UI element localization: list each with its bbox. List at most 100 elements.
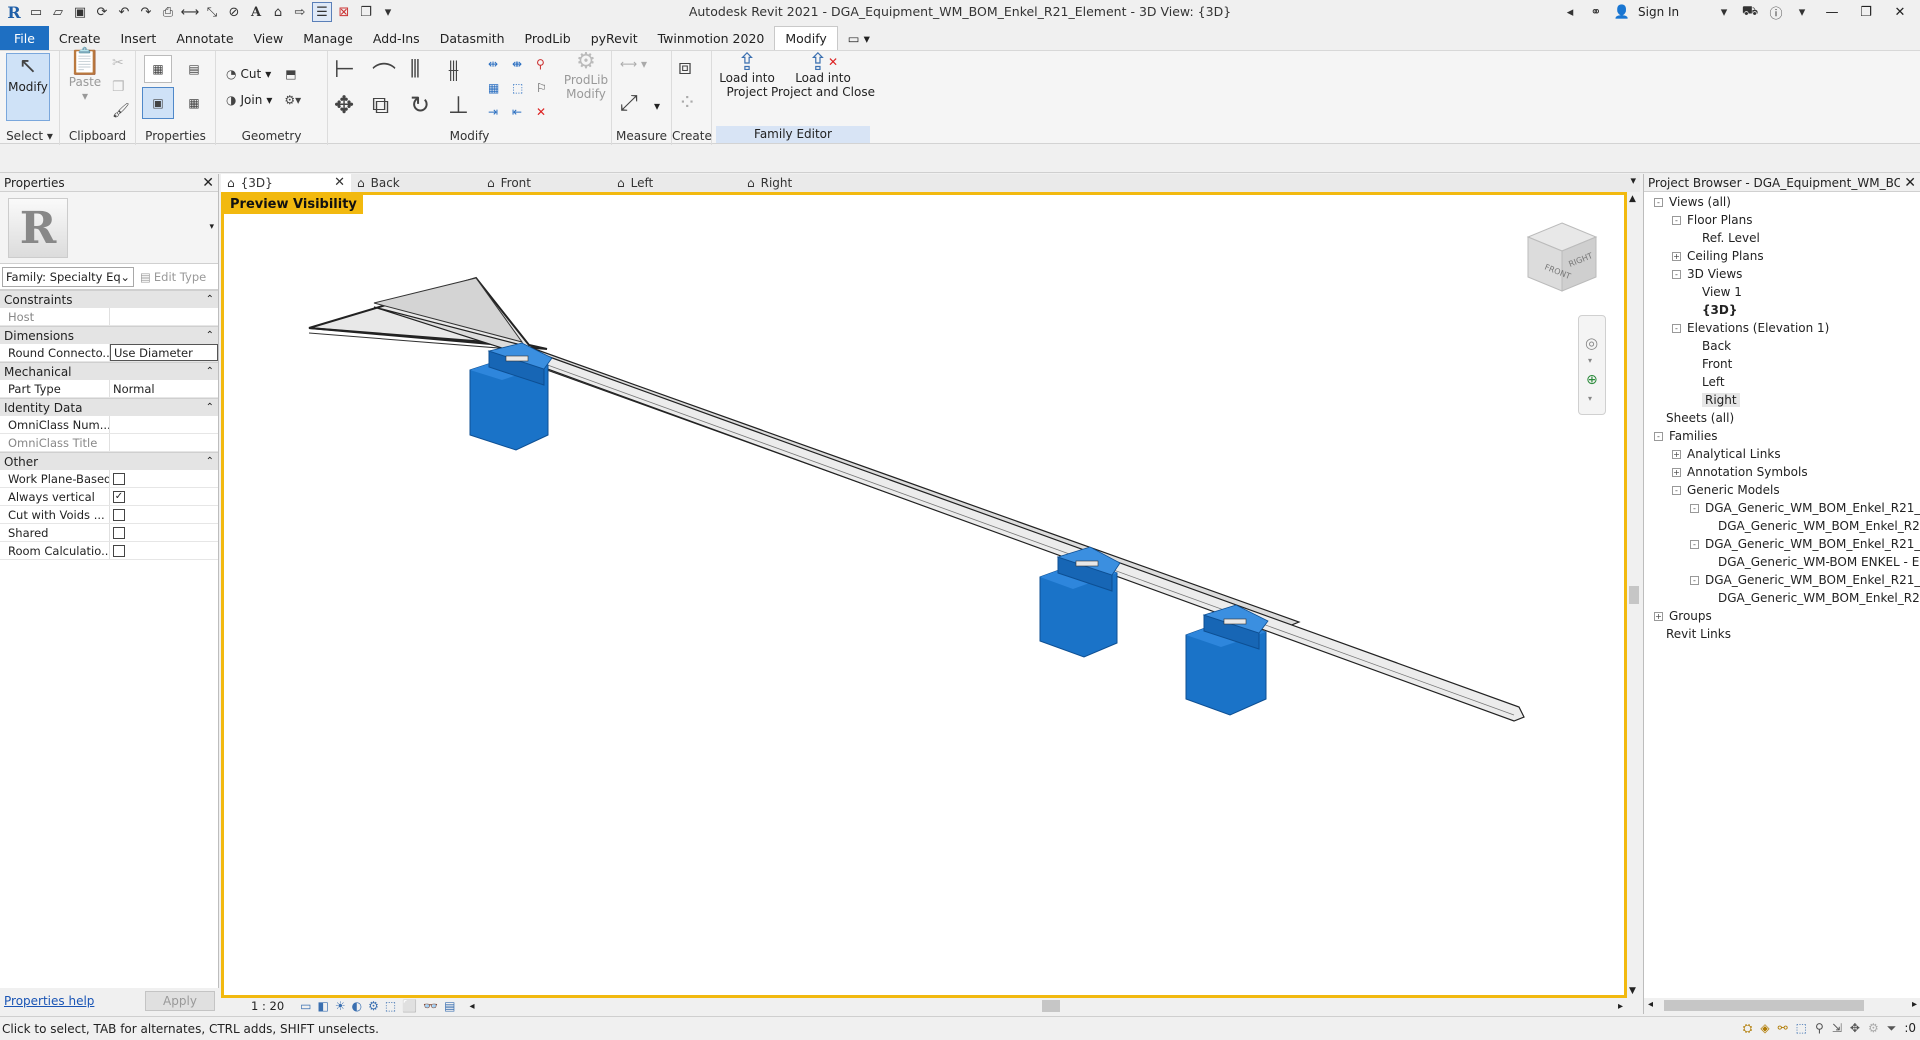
select-by-face-icon[interactable]: ⇲ — [1832, 1021, 1842, 1036]
show-crop-icon[interactable]: ⬜ — [402, 999, 417, 1013]
view-tab-front[interactable]: ⌂ Front — [481, 174, 611, 192]
tab-twinmotion[interactable]: Twinmotion 2020 — [648, 26, 775, 50]
split-gap-icon[interactable]: ⇼ — [512, 57, 522, 71]
select-pinned-icon[interactable]: ⚲ — [1815, 1021, 1824, 1036]
viewcube[interactable]: FRONT RIGHT — [1522, 219, 1602, 299]
property-checkbox[interactable] — [113, 544, 125, 557]
scroll-right-icon[interactable]: ▸ — [1618, 1001, 1623, 1012]
prodlib-modify-button[interactable]: ⚙ ProdLib Modify — [562, 51, 610, 102]
text-icon[interactable]: A — [246, 2, 266, 22]
property-group-header[interactable]: Identity Data ⌃ — [0, 398, 218, 416]
property-group-header[interactable]: Dimensions ⌃ — [0, 326, 218, 344]
minimize-button[interactable]: — — [1818, 1, 1846, 23]
copy-icon[interactable]: ❐ — [112, 79, 125, 95]
create-similar-icon[interactable]: ⁘ — [678, 91, 696, 116]
paste-button[interactable]: 📋 Paste ▾ — [68, 49, 102, 103]
create-group-icon[interactable]: ⧈ — [678, 55, 692, 80]
zoom-dropdown-icon[interactable]: ▾ — [1588, 394, 1592, 403]
tab-add-ins[interactable]: Add-Ins — [363, 26, 430, 50]
design-options-icon[interactable]: ◈ — [1760, 1021, 1769, 1036]
browser-node[interactable]: View 1 — [1702, 283, 1742, 301]
align-icon[interactable]: ⊢ — [334, 55, 355, 83]
browser-scrollbar[interactable]: ◂ ▸ — [1644, 998, 1920, 1014]
collapse-group-icon[interactable]: ⌃ — [206, 294, 214, 305]
3d-view-canvas[interactable]: Preview Visibility FRONT RIGHT ◎ ▾ ⊕ ▾ — [221, 192, 1627, 998]
redo-icon[interactable]: ↷ — [136, 2, 156, 22]
user-icon[interactable]: 👤 — [1612, 2, 1632, 22]
select-links-icon[interactable]: ⚯ — [1778, 1021, 1788, 1036]
folder-icon[interactable]: ▱ — [48, 2, 68, 22]
tab-insert[interactable]: Insert — [110, 26, 166, 50]
type-preview-dropdown-icon[interactable]: ▾ — [209, 222, 214, 232]
browser-node[interactable]: Ref. Level — [1702, 229, 1760, 247]
browser-node[interactable]: DGA_Generic_WM_BOM_Enkel_R21 — [1718, 589, 1920, 607]
browser-node[interactable]: + Groups — [1654, 607, 1712, 625]
property-checkbox[interactable]: ✓ — [113, 490, 125, 503]
split-element-icon[interactable]: ⇹ — [488, 57, 498, 71]
print-icon[interactable]: ⎙ — [158, 2, 178, 22]
tab-annotate[interactable]: Annotate — [166, 26, 243, 50]
browser-node[interactable]: DGA_Generic_WM_BOM_Enkel_R21 — [1718, 517, 1920, 535]
worksets-icon[interactable]: ⛭ — [1743, 1021, 1753, 1036]
undo-icon[interactable]: ↶ — [114, 2, 134, 22]
browser-node[interactable]: + Analytical Links — [1672, 445, 1781, 463]
filter-icon[interactable]: ⏷ — [1887, 1021, 1897, 1036]
view-scale[interactable]: 1 : 20 — [251, 999, 284, 1013]
dropdown-icon[interactable]: ▾ — [1714, 2, 1734, 22]
shadows-icon[interactable]: ◐ — [352, 999, 362, 1013]
tab-pyrevit[interactable]: pyRevit — [581, 26, 648, 50]
back-arrow-icon[interactable]: ◂ — [1560, 2, 1580, 22]
property-checkbox[interactable] — [113, 472, 125, 485]
tab-manage[interactable]: Manage — [293, 26, 363, 50]
pin-icon[interactable]: ⚐ — [536, 81, 547, 95]
contextual-tab-toggle-icon[interactable]: ▭ ▾ — [838, 26, 880, 50]
revit-logo-icon[interactable]: R — [4, 2, 24, 22]
crop-view-icon[interactable]: ⬚ — [385, 999, 396, 1013]
save-icon[interactable]: ▣ — [70, 2, 90, 22]
browser-node[interactable]: Left — [1702, 373, 1725, 391]
browser-node[interactable]: - Floor Plans — [1672, 211, 1752, 229]
section-icon[interactable]: ⇨ — [290, 2, 310, 22]
scale-icon[interactable]: ⬚ — [512, 81, 523, 95]
load-into-project-close-button[interactable]: ⇪ ✕ Load into Project and Close — [771, 50, 875, 99]
close-window-button[interactable]: ✕ — [1886, 1, 1914, 23]
move-icon[interactable]: ✥ — [334, 91, 354, 119]
browser-node[interactable]: Right — [1702, 391, 1740, 409]
browser-scroll-thumb[interactable] — [1664, 1000, 1864, 1011]
sign-in-button[interactable]: Sign In — [1638, 5, 1708, 19]
measure-dropdown-icon[interactable]: ▾ — [654, 99, 660, 113]
match-properties-icon[interactable]: 🖌 — [112, 103, 130, 119]
browser-node[interactable]: Sheets (all) — [1666, 409, 1734, 427]
property-value[interactable] — [110, 542, 218, 559]
collapse-node-icon[interactable]: - — [1672, 269, 1681, 279]
help-dropdown-icon[interactable]: ▾ — [1792, 2, 1812, 22]
tab-datasmith[interactable]: Datasmith — [430, 26, 515, 50]
browser-node[interactable]: DGA_Generic_WM-BOM ENKEL - EL — [1718, 553, 1920, 571]
tab-file[interactable]: File — [0, 26, 49, 50]
scroll-up-icon[interactable]: ▲ — [1629, 194, 1636, 204]
collapse-node-icon[interactable]: - — [1654, 431, 1663, 441]
open-icon[interactable]: ▭ — [26, 2, 46, 22]
close-properties-icon[interactable]: ✕ — [202, 175, 214, 191]
property-group-header[interactable]: Mechanical ⌃ — [0, 362, 218, 380]
thin-lines-icon[interactable]: ☰ — [312, 2, 332, 22]
canvas-vertical-scrollbar[interactable]: ▲ ▼ — [1627, 192, 1641, 998]
offset-icon[interactable]: ⌒ — [372, 55, 396, 90]
trim-extend-icon[interactable]: ⊥ — [448, 91, 469, 119]
horizontal-scroll-track[interactable] — [474, 1000, 1618, 1012]
browser-node[interactable]: - Views (all) — [1654, 193, 1731, 211]
browser-node[interactable]: - Generic Models — [1672, 481, 1780, 499]
property-value[interactable] — [110, 416, 218, 433]
wheel-dropdown-icon[interactable]: ▾ — [1588, 356, 1592, 365]
help-icon[interactable]: ⓘ — [1766, 2, 1786, 22]
cut-geometry-button[interactable]: ◔ Cut ▾ ⬒ — [226, 67, 297, 81]
collapse-group-icon[interactable]: ⌃ — [206, 456, 214, 467]
split-face-icon[interactable]: ⚙▾ — [284, 93, 301, 107]
delete-icon[interactable]: ✕ — [536, 105, 546, 119]
aligned-dimension-icon[interactable]: ⤢ — [620, 91, 638, 116]
collapse-node-icon[interactable]: - — [1690, 575, 1699, 585]
browser-node[interactable]: Front — [1702, 355, 1732, 373]
cut-icon[interactable]: ✂ — [112, 55, 124, 71]
mirror-axis-icon[interactable]: ⫴ — [410, 55, 420, 83]
sun-path-icon[interactable]: ☀ — [335, 999, 346, 1013]
